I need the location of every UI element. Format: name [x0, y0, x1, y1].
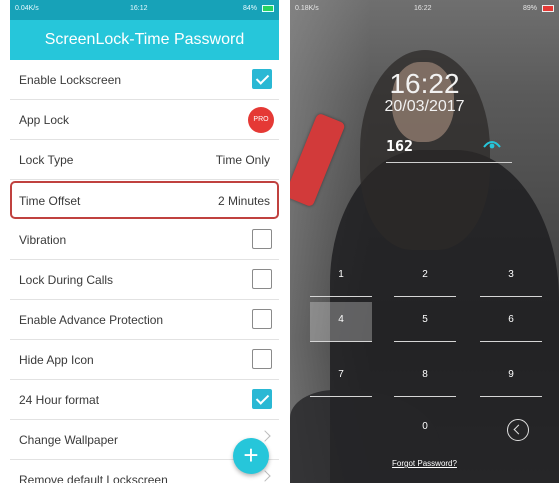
password-entry[interactable]: 162: [386, 137, 413, 155]
keypad-key-9[interactable]: 9: [480, 357, 542, 397]
keypad-key-3[interactable]: 3: [480, 257, 542, 297]
pro-badge[interactable]: PRO: [248, 107, 274, 133]
enable-lockscreen-checkbox[interactable]: [252, 69, 272, 89]
lock-during-calls-checkbox[interactable]: [252, 269, 272, 289]
setting-app-lock[interactable]: App Lock PRO: [10, 100, 279, 140]
setting-label: Enable Advance Protection: [19, 313, 164, 327]
eye-icon[interactable]: [483, 138, 501, 150]
key-label: 3: [508, 269, 514, 280]
lock-screen: 0.18K/s 16:22 89% 16:22 20/03/2017 162 1…: [290, 0, 559, 483]
back-icon[interactable]: [507, 419, 529, 441]
setting-24-hour-format[interactable]: 24 Hour format: [10, 380, 279, 420]
settings-list: Enable Lockscreen App Lock PRO Lock Type…: [10, 60, 279, 483]
app-title: ScreenLock-Time Password: [44, 31, 245, 48]
forgot-password-link[interactable]: Forgot Password?: [290, 459, 559, 468]
setting-hide-app-icon[interactable]: Hide App Icon: [10, 340, 279, 380]
key-label: 1: [338, 269, 344, 280]
setting-label: Lock During Calls: [19, 273, 114, 287]
keypad-key-7[interactable]: 7: [310, 357, 372, 397]
battery-percent: 89%: [522, 5, 537, 12]
password-underline: [386, 162, 512, 163]
setting-enable-lockscreen[interactable]: Enable Lockscreen: [10, 60, 279, 100]
setting-label: Lock Type: [19, 153, 74, 167]
status-time: 16:22: [414, 5, 432, 12]
keypad-key-1[interactable]: 1: [310, 257, 372, 297]
setting-label: Hide App Icon: [19, 353, 94, 367]
setting-label: App Lock: [19, 113, 70, 127]
key-label: 7: [338, 369, 344, 380]
key-label: 5: [422, 314, 428, 325]
vibration-checkbox[interactable]: [252, 229, 272, 249]
status-bar: 0.18K/s 16:22 89%: [290, 0, 559, 20]
setting-lock-during-calls[interactable]: Lock During Calls: [10, 260, 279, 300]
keypad-key-2[interactable]: 2: [394, 257, 456, 297]
keypad-key-6[interactable]: 6: [480, 302, 542, 342]
network-speed: 0.18K/s: [295, 5, 319, 12]
setting-label: Remove default Lockscreen: [19, 473, 168, 483]
lock-date: 20/03/2017: [384, 98, 465, 115]
setting-value: Time Only: [215, 153, 270, 167]
add-button[interactable]: +: [233, 438, 269, 474]
keypad-key-4[interactable]: 4: [310, 302, 372, 342]
key-label: 6: [508, 314, 514, 325]
key-label: 2: [422, 269, 428, 280]
advance-protection-checkbox[interactable]: [252, 309, 272, 329]
app-bar: ScreenLock-Time Password: [10, 20, 279, 60]
status-time: 16:12: [130, 5, 148, 12]
chevron-right-icon: [259, 430, 271, 442]
setting-value: 2 Minutes: [217, 194, 270, 208]
setting-advance-protection[interactable]: Enable Advance Protection: [10, 300, 279, 340]
lock-clock: 16:22: [389, 68, 460, 99]
key-label: 0: [422, 421, 428, 432]
setting-label: Change Wallpaper: [19, 433, 118, 447]
chevron-right-icon: [259, 470, 271, 482]
key-label: 8: [422, 369, 428, 380]
24-hour-format-checkbox[interactable]: [252, 389, 272, 409]
battery-percent: 84%: [242, 5, 257, 12]
setting-lock-type[interactable]: Lock Type Time Only: [10, 140, 279, 180]
battery-icon: [262, 5, 274, 12]
keypad-key-5[interactable]: 5: [394, 302, 456, 342]
keypad-key-8[interactable]: 8: [394, 357, 456, 397]
keypad-key-0[interactable]: 0: [394, 409, 456, 449]
setting-label: Time Offset: [19, 194, 81, 208]
hide-app-icon-checkbox[interactable]: [252, 349, 272, 369]
setting-label: 24 Hour format: [19, 393, 100, 407]
setting-label: Vibration: [19, 233, 67, 247]
status-bar: 0.04K/s 16:12 84%: [10, 0, 279, 20]
key-label: 9: [508, 369, 514, 380]
setting-time-offset[interactable]: Time Offset 2 Minutes: [10, 181, 279, 219]
network-speed: 0.04K/s: [15, 5, 39, 12]
setting-label: Enable Lockscreen: [19, 73, 122, 87]
setting-vibration[interactable]: Vibration: [10, 220, 279, 260]
settings-screen: 0.04K/s 16:12 84% ScreenLock-Time Passwo…: [10, 0, 279, 483]
key-label: 4: [338, 314, 344, 325]
battery-icon: [542, 5, 554, 12]
